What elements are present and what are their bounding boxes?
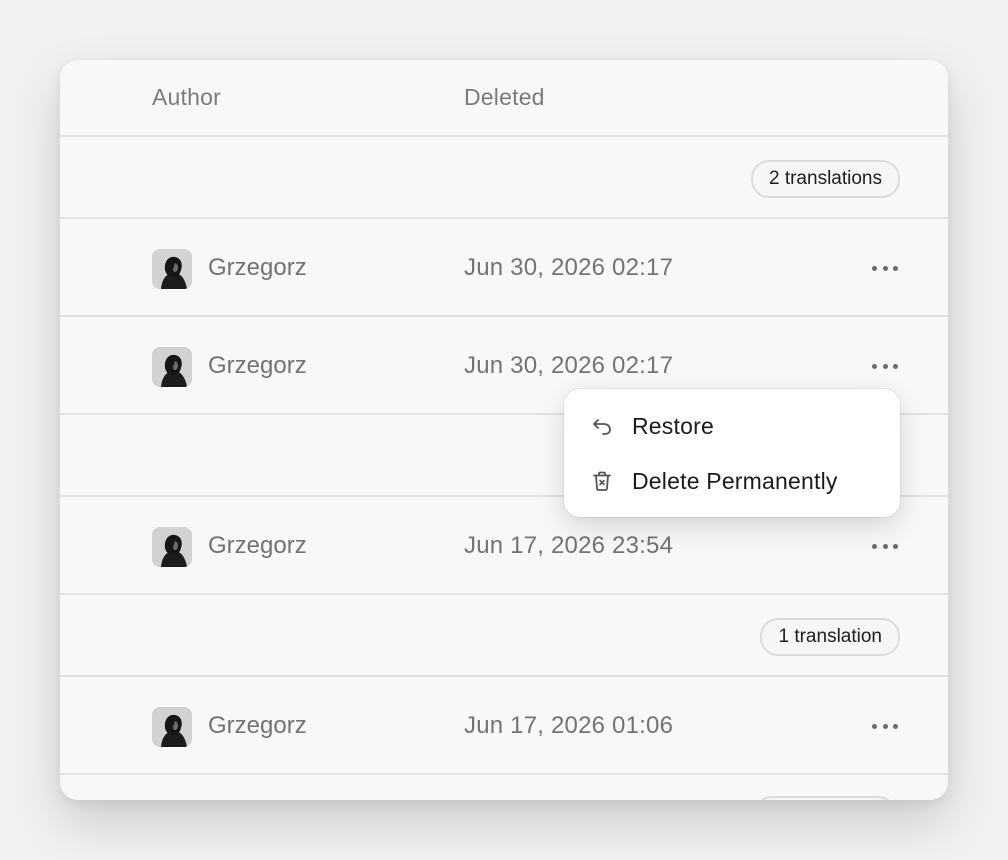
- more-options-button[interactable]: [872, 255, 898, 281]
- dot: [882, 543, 888, 549]
- dot: [872, 723, 877, 729]
- dot: [893, 363, 898, 369]
- dot: [893, 723, 898, 729]
- more-options-button[interactable]: [872, 713, 898, 739]
- more-options-button[interactable]: [872, 353, 898, 379]
- author-name: Grzegorz: [208, 532, 307, 559]
- dot: [872, 543, 877, 549]
- avatar: [152, 347, 192, 387]
- delete-permanently-label: Delete Permanently: [632, 468, 838, 494]
- column-header-author[interactable]: Author: [152, 84, 221, 111]
- author-photo-icon: [152, 707, 192, 747]
- author-photo-icon: [152, 347, 192, 387]
- translations-badge[interactable]: 2 translations: [750, 160, 900, 198]
- author-name: Grzegorz: [208, 352, 307, 379]
- dot: [893, 265, 898, 271]
- deleted-date: Jun 17, 2026 01:06: [464, 712, 674, 739]
- column-header-deleted[interactable]: Deleted: [464, 84, 545, 111]
- group-row: 2 translations: [60, 137, 948, 219]
- next-translations-badge: [754, 796, 896, 800]
- table-row: Grzegorz Jun 17, 2026 01:06: [60, 677, 948, 775]
- translations-badge[interactable]: 1 translation: [760, 618, 900, 656]
- dot: [872, 363, 877, 369]
- dot: [882, 363, 888, 369]
- deleted-date: Jun 30, 2026 02:17: [464, 352, 674, 379]
- dot: [893, 543, 898, 549]
- trash-icon: [593, 471, 611, 491]
- dot: [872, 265, 877, 271]
- avatar: [152, 707, 192, 747]
- author-photo-icon: [152, 249, 192, 289]
- dot: [882, 265, 888, 271]
- dot: [882, 723, 888, 729]
- avatar: [152, 527, 192, 567]
- row-context-menu: Restore Delete Permanently: [564, 389, 900, 517]
- delete-permanently-menu-item[interactable]: Delete Permanently: [564, 454, 900, 508]
- restore-menu-item[interactable]: Restore: [564, 399, 900, 453]
- more-options-button[interactable]: [872, 533, 898, 559]
- group-row: 1 translation: [60, 595, 948, 677]
- table-header: Author Deleted: [60, 60, 948, 137]
- table-row: Grzegorz Jun 30, 2026 02:17: [60, 219, 948, 317]
- undo-arrow-icon: [593, 419, 611, 435]
- avatar: [152, 249, 192, 289]
- deleted-date: Jun 17, 2026 23:54: [464, 532, 674, 559]
- restore-label: Restore: [632, 413, 714, 439]
- author-name: Grzegorz: [208, 712, 307, 739]
- author-photo-icon: [152, 527, 192, 567]
- author-name: Grzegorz: [208, 254, 307, 281]
- deleted-date: Jun 30, 2026 02:17: [464, 254, 674, 281]
